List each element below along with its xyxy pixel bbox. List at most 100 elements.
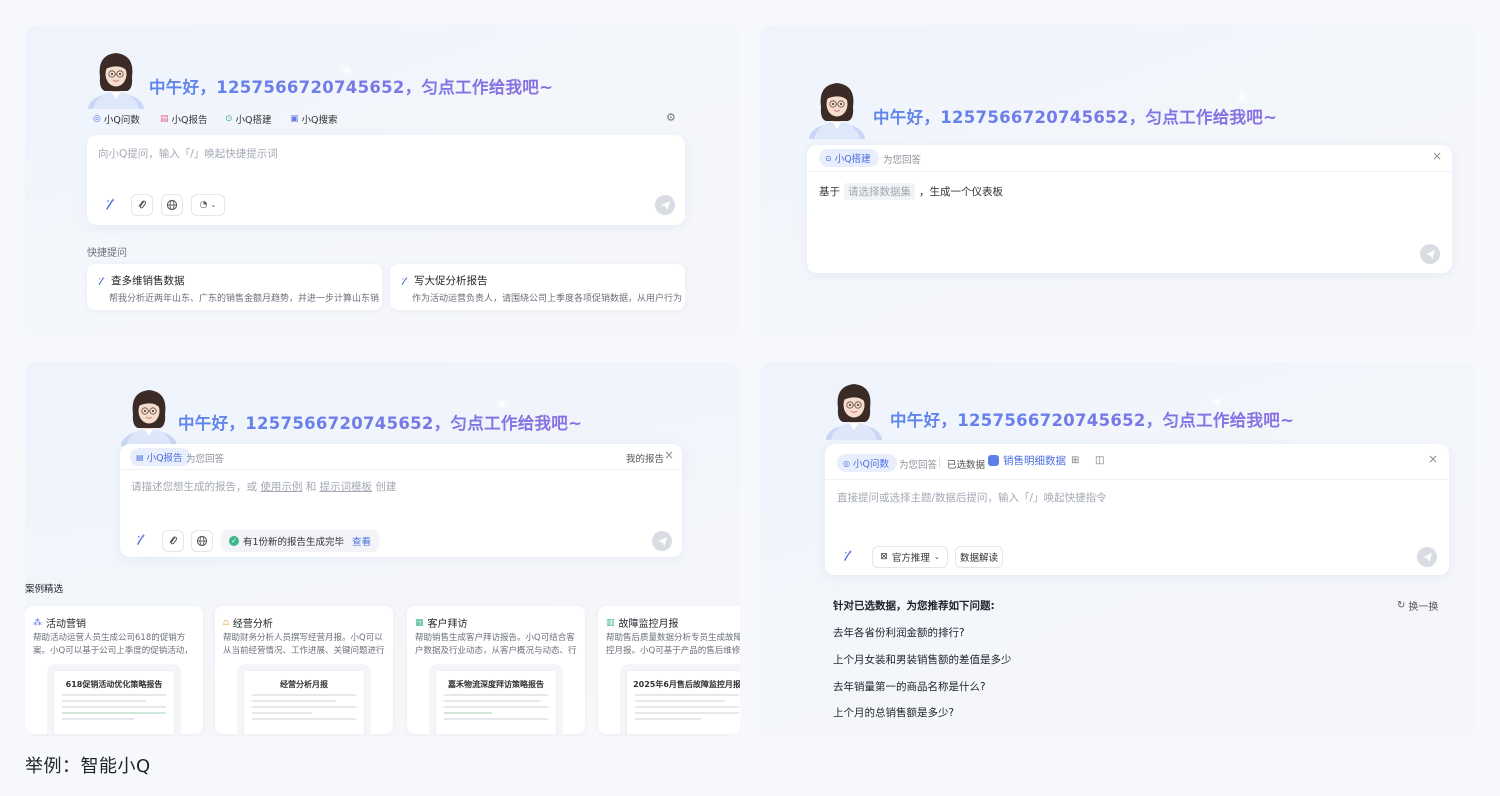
prompt-template: 基于 请选择数据集 ，生成一个仪表板 bbox=[819, 183, 1003, 200]
web-search-button[interactable] bbox=[191, 530, 213, 552]
magic-wand-icon bbox=[97, 276, 107, 286]
chevron-down-icon: ⌄ bbox=[933, 553, 940, 561]
report-input[interactable]: 请描述您想生成的报告，或 使用示例 和 提示词模板 创建 bbox=[131, 479, 396, 494]
assistant-avatar bbox=[808, 77, 866, 139]
web-search-button[interactable] bbox=[161, 194, 183, 216]
mode-tag-build[interactable]: ⊙ 小Q搭建 bbox=[819, 149, 879, 167]
report-ready-notice: ✓ 有1份新的报告生成完毕 查看 bbox=[221, 530, 380, 552]
case-card[interactable]: ▦ 客户拜访 帮助销售生成客户拜访报告。小Q可结合客户数据及行业动态，从客户概况与… bbox=[407, 606, 585, 734]
model-icon: ◔ bbox=[199, 200, 208, 210]
ask-input[interactable]: 向小Q提问，输入「/」唤起快捷提示词 bbox=[98, 146, 278, 161]
monitor-icon: ▥ bbox=[606, 617, 615, 628]
panel-report: 中午好，1257566720745652，匀点工作给我吧~ ▤ 小Q报告 为您回答… bbox=[25, 362, 740, 736]
case-card[interactable]: ⩍ 经营分析 帮助财务分析人员撰写经营月报。小Q可以从当前经营情况、工作进展、关键… bbox=[215, 606, 393, 734]
report-icon: ▤ bbox=[160, 114, 169, 124]
ask-data-icon: ◎ bbox=[843, 458, 850, 468]
tag-suffix: 为您回答 bbox=[186, 454, 225, 465]
greeting-text: 中午好，1257566720745652，匀点工作给我吧~ bbox=[178, 410, 582, 434]
divider bbox=[807, 171, 1452, 172]
divider bbox=[120, 469, 682, 470]
tab-search[interactable]: ▣ 小Q搜索 bbox=[290, 112, 338, 126]
input-card: ▤ 小Q报告 为您回答 我的报告 × 请描述您想生成的报告，或 使用示例 和 提示… bbox=[120, 444, 682, 557]
input-card: ◎ 小Q问数 为您回答 已选数据 销售明细数据 ⊞ ◫ × 直接提问或选择主题/数… bbox=[825, 444, 1449, 575]
panel-ask-data: 中午好，1257566720745652，匀点工作给我吧~ ◎ 小Q问数 为您回答… bbox=[760, 362, 1475, 736]
recommend-title: 针对已选数据，为您推荐如下问题: bbox=[833, 600, 995, 612]
report-thumbnail: 经营分析月报 bbox=[243, 670, 365, 734]
suggested-question[interactable]: 上个月女装和男装销售额的差值是多少 bbox=[833, 652, 1012, 667]
table-icon[interactable]: ⊞ bbox=[1071, 455, 1079, 466]
settings-icon[interactable]: ⚙ bbox=[666, 111, 676, 124]
reasoning-select[interactable]: ⊠ 官方推理 ⌄ bbox=[872, 546, 948, 568]
greeting-text: 中午好，1257566720745652，匀点工作给我吧~ bbox=[873, 104, 1277, 128]
ask-data-input[interactable]: 直接提问或选择主题/数据后提问，输入「/」唤起快捷指令 bbox=[837, 490, 1107, 505]
attach-button[interactable] bbox=[162, 530, 184, 552]
report-thumbnail: 2025年6月售后故障监控月报 bbox=[626, 670, 740, 734]
case-card[interactable]: ⁂ 活动营销 帮助活动运营人员生成公司618的促销方案。小Q可以基于公司上季度的促… bbox=[25, 606, 203, 734]
assistant-avatar bbox=[825, 378, 883, 440]
my-report-link[interactable]: 我的报告 bbox=[626, 451, 664, 465]
ask-data-icon: ◎ bbox=[93, 114, 101, 124]
input-card: 向小Q提问，输入「/」唤起快捷提示词 ◔ ⌄ bbox=[87, 135, 685, 225]
preview-icon[interactable]: ◫ bbox=[1095, 455, 1104, 466]
sparkle-decoration bbox=[1215, 400, 1219, 404]
quick-questions-label: 快捷提问 bbox=[87, 248, 127, 259]
refresh-icon: ↻ bbox=[1397, 600, 1406, 611]
tab-report[interactable]: ▤ 小Q报告 bbox=[160, 112, 208, 126]
sparkle-decoration bbox=[345, 69, 349, 73]
selected-dataset[interactable]: 销售明细数据 bbox=[988, 453, 1066, 468]
close-icon[interactable]: × bbox=[1428, 452, 1438, 466]
featured-cases-label: 案例精选 bbox=[25, 584, 64, 595]
chevron-down-icon: ⌄ bbox=[210, 201, 217, 209]
send-icon bbox=[660, 200, 671, 211]
magic-wand-icon[interactable] bbox=[135, 533, 148, 546]
use-example-link[interactable]: 使用示例 bbox=[260, 481, 302, 493]
build-icon: ⊙ bbox=[225, 114, 233, 124]
sparkle-decoration bbox=[1240, 95, 1244, 99]
data-interpret-button[interactable]: 数据解读 bbox=[955, 546, 1003, 568]
tab-build[interactable]: ⊙ 小Q搭建 bbox=[225, 112, 272, 126]
suggested-question[interactable]: 去年销量第一的商品名称是什么? bbox=[833, 679, 986, 694]
report-thumbnail: 嘉禾物流深度拜访策略报告 bbox=[435, 670, 557, 734]
quick-question-card[interactable]: 写大促分析报告 作为活动运营负责人，请围绕公司上季度各项促销数据，从用户行为分.… bbox=[390, 264, 685, 310]
mode-tag-ask-data[interactable]: ◎ 小Q问数 bbox=[837, 454, 897, 472]
case-card[interactable]: ▥ 故障监控月报 帮助售后质量数据分析专员生成故障监控月报。小Q可基于产品的售后维… bbox=[598, 606, 740, 734]
dataset-select[interactable]: 请选择数据集 bbox=[844, 183, 915, 200]
prompt-template-link[interactable]: 提示词模板 bbox=[320, 481, 373, 493]
visit-icon: ▦ bbox=[415, 617, 424, 628]
send-button[interactable] bbox=[655, 195, 675, 215]
globe-icon bbox=[166, 199, 178, 211]
panel-home: 中午好，1257566720745652，匀点工作给我吧~ ◎ 小Q问数 ▤ 小… bbox=[25, 25, 740, 336]
view-report-link[interactable]: 查看 bbox=[352, 534, 371, 548]
tag-suffix: 为您回答 bbox=[899, 460, 938, 471]
paperclip-icon bbox=[167, 535, 179, 547]
mode-tag-report[interactable]: ▤ 小Q报告 bbox=[130, 448, 191, 466]
search-icon: ▣ bbox=[290, 114, 299, 124]
globe-icon bbox=[196, 535, 208, 547]
close-icon[interactable]: × bbox=[664, 448, 674, 462]
refresh-button[interactable]: ↻ 换一换 bbox=[1397, 598, 1438, 613]
suggested-question[interactable]: 上个月的总销售额是多少? bbox=[833, 705, 954, 720]
magic-wand-icon[interactable] bbox=[104, 197, 118, 211]
attach-button[interactable] bbox=[131, 194, 153, 216]
selected-data-label: 已选数据 bbox=[947, 460, 986, 471]
send-icon bbox=[1425, 249, 1436, 260]
report-icon: ▤ bbox=[136, 452, 144, 462]
close-icon[interactable]: × bbox=[1432, 149, 1442, 163]
report-thumbnail: 618促销活动优化策略报告 bbox=[53, 670, 175, 734]
tab-ask-data[interactable]: ◎ 小Q问数 bbox=[93, 112, 140, 126]
build-icon: ⊙ bbox=[825, 153, 832, 163]
send-button[interactable] bbox=[652, 531, 672, 551]
suggested-question[interactable]: 去年各省份利润金额的排行? bbox=[833, 625, 965, 640]
send-icon bbox=[1422, 552, 1433, 563]
model-select[interactable]: ◔ ⌄ bbox=[191, 194, 225, 216]
magic-wand-icon[interactable] bbox=[842, 549, 855, 562]
greeting-text: 中午好，1257566720745652，匀点工作给我吧~ bbox=[890, 407, 1294, 431]
input-card: ⊙ 小Q搭建 为您回答 × 基于 请选择数据集 ，生成一个仪表板 bbox=[807, 145, 1452, 273]
send-button[interactable] bbox=[1420, 244, 1440, 264]
send-button[interactable] bbox=[1417, 547, 1437, 567]
quick-question-card[interactable]: 查多维销售数据 帮我分析近两年山东、广东的销售金额月趋势，并进一步计算山东销售.… bbox=[87, 264, 382, 310]
sparkle-decoration bbox=[500, 402, 504, 406]
panel-build: 中午好，1257566720745652，匀点工作给我吧~ ⊙ 小Q搭建 为您回答… bbox=[760, 25, 1475, 336]
analysis-icon: ⩍ bbox=[223, 617, 229, 628]
paperclip-icon bbox=[136, 199, 148, 211]
